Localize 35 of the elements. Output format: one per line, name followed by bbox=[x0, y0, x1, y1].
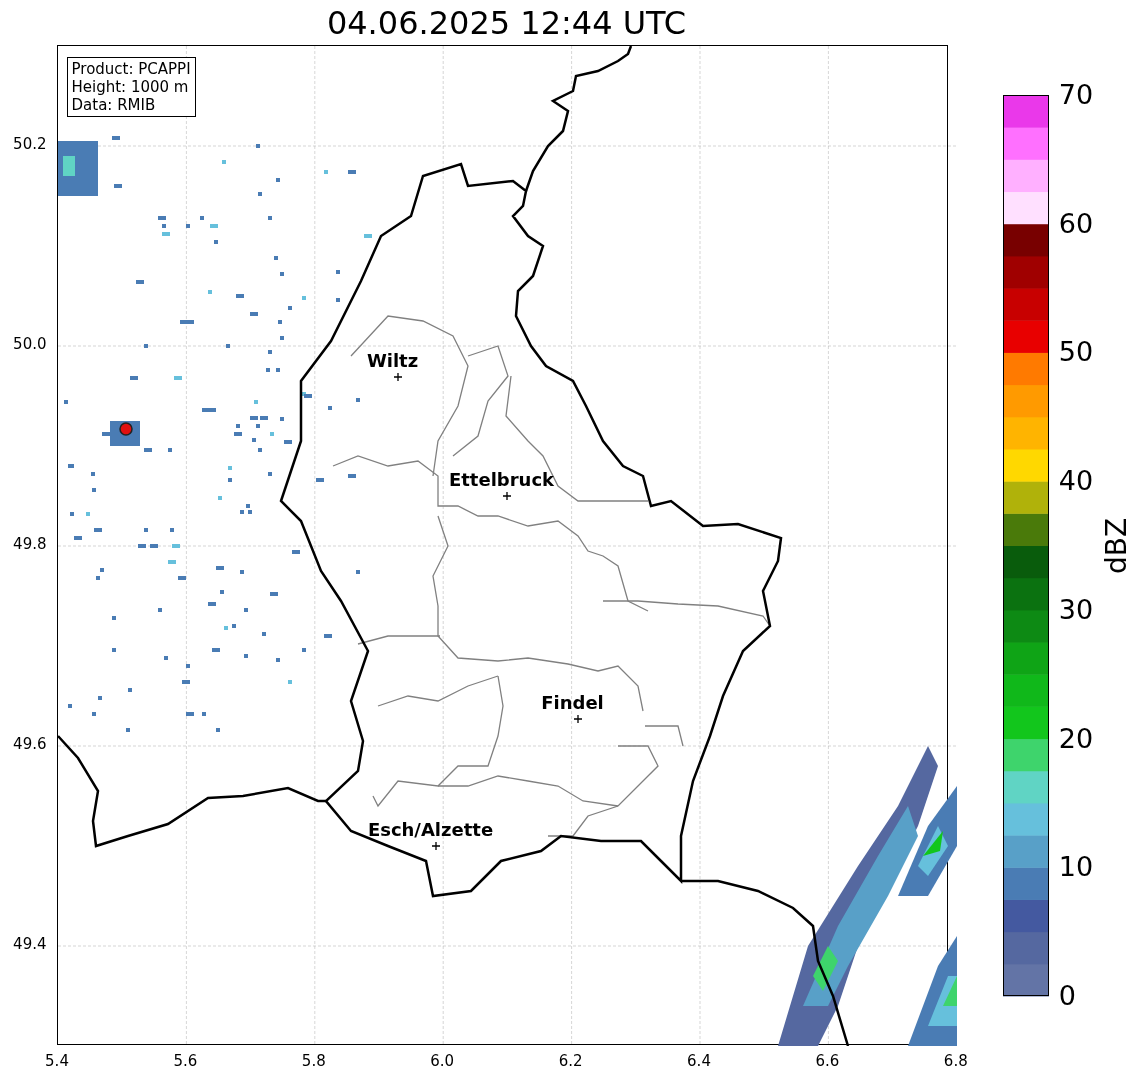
radar-site-marker bbox=[118, 422, 133, 436]
colorbar-tick-label: 40 bbox=[1058, 467, 1094, 495]
x-tick-label: 6.2 bbox=[558, 1054, 583, 1069]
x-tick-label: 6.6 bbox=[815, 1054, 840, 1069]
info-text: Data: RMIB bbox=[71, 96, 157, 114]
x-tick-label: 5.8 bbox=[301, 1054, 326, 1069]
chart-title: 04.06.2025 12:44 UTC bbox=[326, 6, 687, 39]
city-marker bbox=[501, 491, 512, 501]
colorbar-tick-label: 10 bbox=[1058, 853, 1094, 881]
colorbar-tick-label: 50 bbox=[1058, 338, 1094, 366]
colorbar-tick-label: 60 bbox=[1058, 209, 1094, 237]
x-tick-label: 6.8 bbox=[943, 1054, 968, 1069]
city-marker bbox=[430, 841, 441, 851]
colorbar-tick-label: 70 bbox=[1058, 81, 1094, 108]
y-tick-label: 49.6 bbox=[13, 737, 47, 752]
y-tick-label: 50.2 bbox=[13, 137, 47, 152]
city-label: Wiltz bbox=[366, 352, 419, 370]
colorbar-label: dBZ bbox=[1102, 517, 1131, 575]
city-marker bbox=[572, 714, 583, 724]
y-tick-label: 49.4 bbox=[13, 937, 47, 952]
info-text: Product: PCAPPI bbox=[71, 60, 191, 78]
x-tick-label: 5.6 bbox=[173, 1054, 198, 1069]
city-label: Ettelbruck bbox=[448, 471, 555, 489]
x-tick-label: 6.0 bbox=[430, 1054, 455, 1069]
city-label: Esch/Alzette bbox=[367, 821, 494, 839]
x-tick-label: 6.4 bbox=[687, 1054, 711, 1069]
colorbar-tick-label: 0 bbox=[1058, 982, 1076, 1009]
city-marker bbox=[392, 372, 403, 382]
y-tick-label: 50.0 bbox=[13, 337, 47, 352]
colorbar-tick-label: 30 bbox=[1058, 595, 1094, 623]
colorbar-tick-label: 20 bbox=[1058, 724, 1094, 752]
city-label: Findel bbox=[541, 694, 604, 712]
x-tick-label: 5.4 bbox=[45, 1054, 69, 1069]
info-text: Height: 1000 m bbox=[71, 78, 190, 96]
y-tick-label: 49.8 bbox=[13, 537, 47, 552]
